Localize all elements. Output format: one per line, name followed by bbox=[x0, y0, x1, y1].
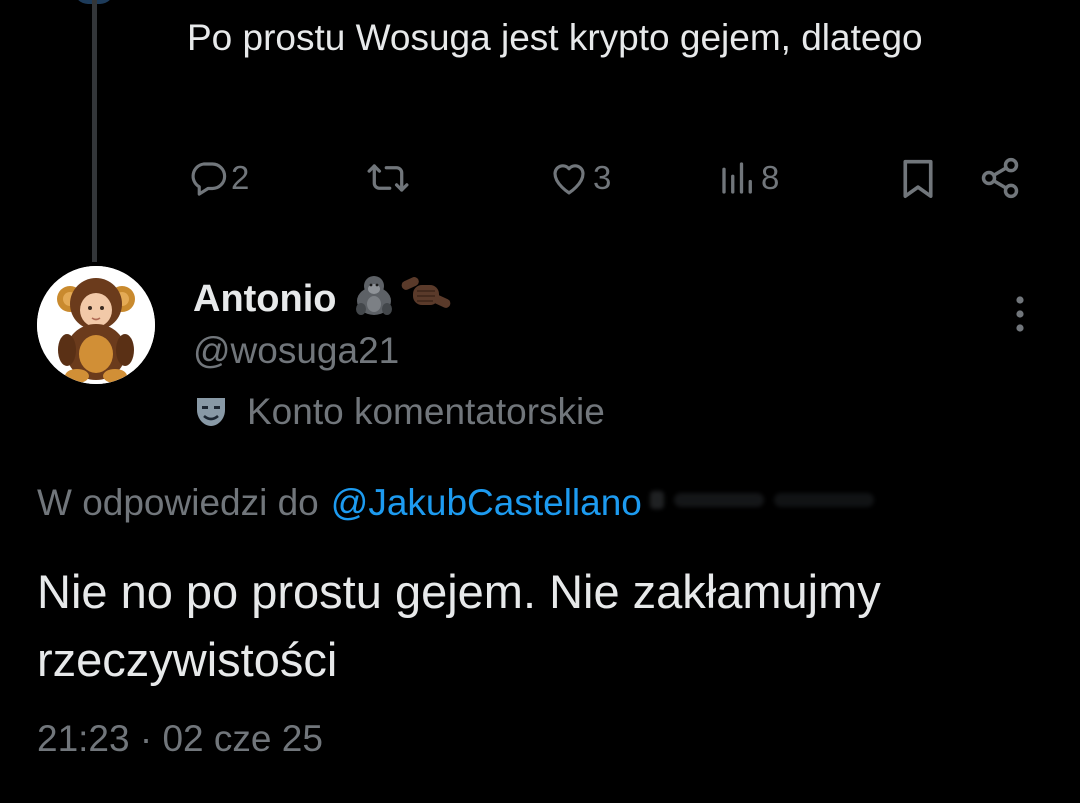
account-label[interactable]: Konto komentatorskie bbox=[193, 388, 605, 436]
views-count: 8 bbox=[761, 159, 780, 196]
name-emojis bbox=[351, 271, 453, 327]
tweet-timestamp[interactable]: 21:23 · 02 cze 25 bbox=[37, 718, 323, 760]
more-options-icon[interactable] bbox=[1008, 294, 1032, 334]
views-button[interactable]: 8 bbox=[717, 152, 779, 204]
share-button[interactable] bbox=[978, 152, 1022, 204]
account-label-text: Konto komentatorskie bbox=[247, 391, 605, 432]
retweet-icon bbox=[364, 157, 412, 199]
parent-tweet-actions: 2 3 8 bbox=[0, 152, 1080, 204]
obscured-handles bbox=[649, 481, 890, 526]
reply-button[interactable]: 2 bbox=[187, 152, 249, 204]
call-me-hand-emoji-icon bbox=[399, 271, 453, 327]
gorilla-emoji-icon bbox=[351, 271, 397, 327]
bookmark-button[interactable] bbox=[898, 152, 938, 204]
reply-icon bbox=[187, 157, 229, 199]
reply-mention-link[interactable]: @JakubCastellano bbox=[331, 482, 642, 524]
author-handle[interactable]: @wosuga21 bbox=[193, 330, 399, 372]
reply-count: 2 bbox=[231, 159, 250, 196]
like-count: 3 bbox=[593, 159, 612, 196]
views-icon bbox=[717, 157, 759, 199]
avatar[interactable] bbox=[37, 266, 155, 384]
display-name[interactable]: Antonio bbox=[193, 278, 337, 321]
reply-prefix: W odpowiedzi do bbox=[37, 482, 319, 523]
performing-arts-mask-icon bbox=[193, 394, 229, 430]
monkey-costume-baby-avatar-image bbox=[37, 266, 155, 384]
like-button[interactable]: 3 bbox=[547, 152, 611, 204]
replying-to: W odpowiedzi do @JakubCastellano bbox=[37, 478, 890, 528]
like-icon bbox=[547, 157, 591, 199]
thread-connector-line bbox=[92, 0, 97, 262]
parent-tweet-text: Po prostu Wosuga jest krypto gejem, dlat… bbox=[187, 17, 923, 58]
bookmark-icon bbox=[898, 156, 938, 200]
share-icon bbox=[978, 156, 1022, 200]
author-name-row[interactable]: Antonio bbox=[193, 274, 453, 324]
tweet-text: Nie no po prostu gejem. Nie zakłamujmy r… bbox=[37, 565, 881, 686]
retweet-button[interactable] bbox=[364, 152, 414, 204]
